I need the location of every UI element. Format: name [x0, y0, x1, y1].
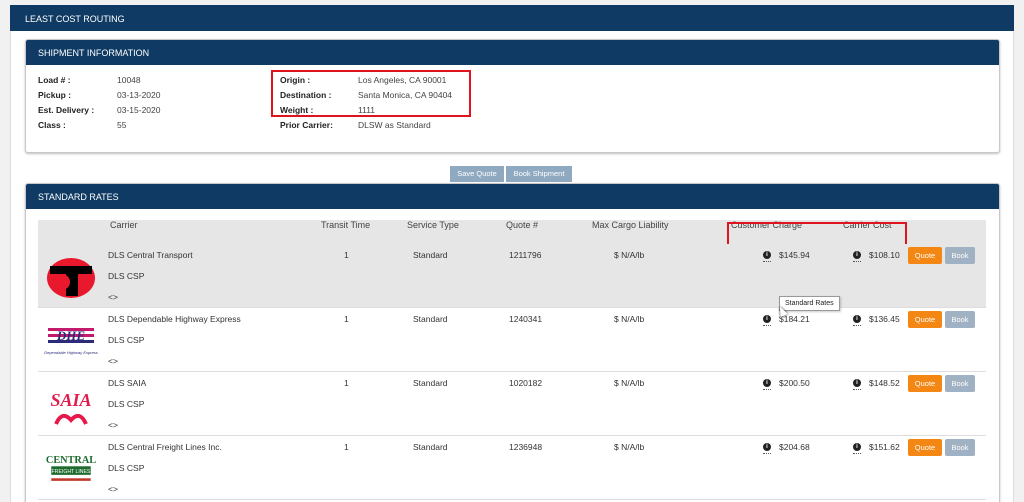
carrier-csp: DLS CSP	[108, 335, 145, 345]
col-carrier: Carrier	[110, 220, 138, 230]
carrier-name: DLS Central Freight Lines Inc.	[108, 442, 222, 452]
page-header: LEAST COST ROUTING	[10, 5, 1014, 31]
book-button[interactable]: Book	[945, 247, 975, 264]
cargo-liability: $ N/A/lb	[614, 250, 645, 260]
customer-charge: $200.50	[779, 378, 810, 388]
pickup-value: 03-13-2020	[117, 90, 160, 100]
cargo-liability: $ N/A/lb	[614, 314, 645, 324]
table-row: CENTRAL FREIGHT LINES DLS Central Freigh…	[38, 436, 986, 500]
table-row: DLS Central Transport DLS CSP <> 1 Stand…	[38, 244, 986, 308]
saia-logo-text: SAIA	[50, 390, 91, 410]
info-icon[interactable]: i	[853, 379, 861, 390]
quote-button[interactable]: Quote	[908, 247, 942, 264]
carrier-cost: $148.52	[869, 378, 900, 388]
col-max-cargo-liability: Max Cargo Liability	[592, 220, 669, 230]
cargo-liability: $ N/A/lb	[614, 442, 645, 452]
table-row: SAIA DLS SAIA DLS CSP <> 1 Standard 1020…	[38, 372, 986, 436]
saia-logo: SAIA	[50, 390, 92, 425]
info-icon[interactable]: i	[763, 315, 771, 326]
highlight-box-route	[271, 70, 471, 117]
carrier-cost: $151.62	[869, 442, 900, 452]
quote-number: 1240341	[509, 314, 543, 324]
page-title: LEAST COST ROUTING	[25, 14, 125, 24]
quote-button[interactable]: Quote	[908, 439, 942, 456]
delivery-value-text: 03-15-2020	[117, 105, 161, 115]
info-icon[interactable]: i	[763, 443, 771, 454]
prior-carrier-value: DLSW as Standard	[358, 120, 431, 130]
pickup-row: Pickup :	[38, 90, 71, 100]
prior-carrier-label-wrap: Prior Carrier:	[280, 120, 333, 130]
info-icon[interactable]: i	[853, 443, 861, 454]
load-value-text: 10048	[117, 75, 141, 85]
book-button[interactable]: Book	[945, 439, 975, 456]
dhe-logo-subtext: Dependable Highway Express	[44, 350, 98, 355]
carrier-name: DLS SAIA	[108, 378, 147, 388]
class-value: 55	[117, 120, 126, 130]
info-icon[interactable]: i	[853, 315, 861, 326]
info-icon[interactable]: i	[853, 251, 861, 262]
carrier-cost: $136.45	[869, 314, 900, 324]
save-quote-button[interactable]: Save Quote	[450, 166, 504, 182]
quote-number: 1236948	[509, 442, 543, 452]
info-icon[interactable]: i	[763, 379, 771, 390]
class-value-text: 55	[117, 120, 127, 130]
prior-carrier-label: Prior Carrier:	[280, 120, 333, 130]
central-freight-logo-text: CENTRAL	[46, 455, 96, 466]
standard-rates-tooltip: Standard Rates	[779, 296, 840, 311]
customer-charge: $145.94	[779, 250, 810, 260]
carrier-name: DLS Dependable Highway Express	[108, 314, 241, 324]
col-service-type: Service Type	[407, 220, 459, 230]
col-transit-time: Transit Time	[321, 220, 371, 230]
delivery-label: Est. Delivery :	[38, 105, 95, 115]
carrier-cost: $108.10	[869, 250, 900, 260]
carrier-csp: DLS CSP	[108, 271, 145, 281]
rates-panel-title: STANDARD RATES	[26, 184, 999, 209]
expand-toggle[interactable]: <>	[108, 356, 118, 366]
expand-toggle[interactable]: <>	[108, 484, 118, 494]
carrier-name: DLS Central Transport	[108, 250, 193, 260]
shipment-information-panel: SHIPMENT INFORMATION	[25, 39, 1000, 153]
transit-time: 1	[344, 378, 349, 388]
carrier-csp: DLS CSP	[108, 463, 145, 473]
central-freight-logo-subtext: FREIGHT LINES	[52, 469, 91, 475]
service-type: Standard	[413, 378, 448, 388]
delivery-row: Est. Delivery :	[38, 105, 94, 115]
pickup-value-text: 03-13-2020	[117, 90, 161, 100]
quote-number: 1020182	[509, 378, 543, 388]
service-type: Standard	[413, 442, 448, 452]
customer-charge: $204.68	[779, 442, 810, 452]
load-label: Load # :	[38, 75, 71, 85]
service-type: Standard	[413, 250, 448, 260]
load-row: Load # :	[38, 75, 71, 85]
dhe-logo-text: DHE	[56, 328, 86, 343]
book-button[interactable]: Book	[945, 311, 975, 328]
prior-carrier-value-text: DLSW as Standard	[358, 120, 431, 130]
book-shipment-button[interactable]: Book Shipment	[506, 166, 572, 182]
class-label: Class :	[38, 120, 66, 130]
central-transport-logo	[47, 258, 95, 298]
central-freight-logo: CENTRAL FREIGHT LINES	[46, 455, 96, 481]
carrier-csp: DLS CSP	[108, 399, 145, 409]
service-type: Standard	[413, 314, 448, 324]
quote-button[interactable]: Quote	[908, 375, 942, 392]
class-row: Class :	[38, 120, 66, 130]
info-icon[interactable]: i	[763, 251, 771, 262]
col-quote-number: Quote #	[506, 220, 539, 230]
dhe-logo: DHE Dependable Highway Express	[44, 328, 98, 355]
pickup-label: Pickup :	[38, 90, 72, 100]
load-value: 10048	[117, 75, 141, 85]
expand-toggle[interactable]: <>	[108, 420, 118, 430]
delivery-value: 03-15-2020	[117, 105, 160, 115]
shipment-panel-title: SHIPMENT INFORMATION	[26, 40, 999, 65]
transit-time: 1	[344, 250, 349, 260]
quote-number: 1211796	[509, 250, 542, 260]
transit-time: 1	[344, 314, 349, 324]
table-row: DHE Dependable Highway Express DLS Depen…	[38, 308, 986, 372]
expand-toggle[interactable]: <>	[108, 292, 118, 302]
transit-time: 1	[344, 442, 349, 452]
book-button[interactable]: Book	[945, 375, 975, 392]
quote-button[interactable]: Quote	[908, 311, 942, 328]
cargo-liability: $ N/A/lb	[614, 378, 645, 388]
